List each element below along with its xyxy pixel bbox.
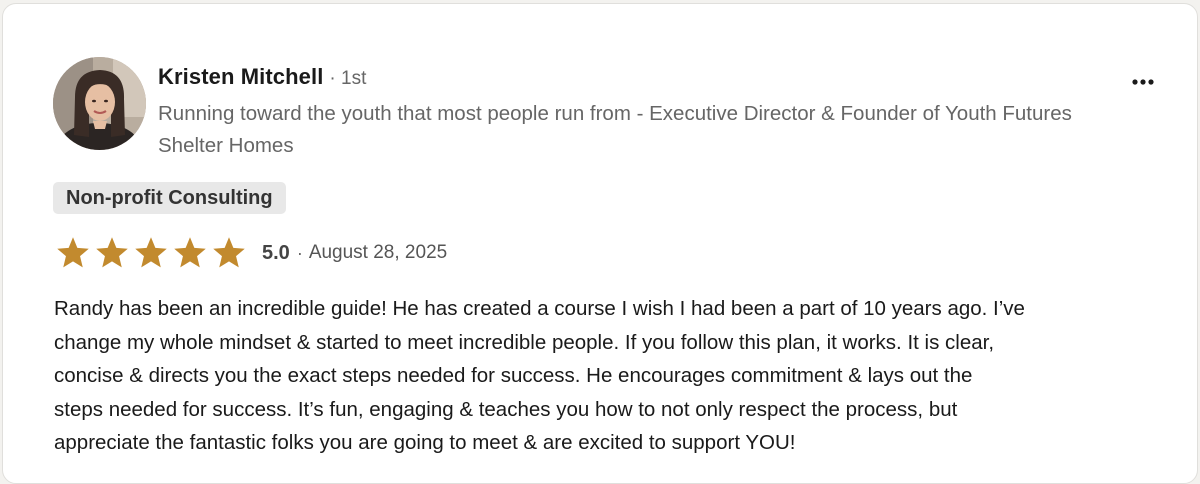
review-date: August 28, 2025 bbox=[308, 242, 448, 263]
author-name[interactable]: Kristen Mitchell bbox=[158, 64, 323, 90]
review-header: Kristen Mitchell · 1st Running toward th… bbox=[158, 64, 1108, 162]
star-icon bbox=[174, 237, 206, 268]
review-text: Randy has been an incredible guide! He h… bbox=[54, 297, 1025, 454]
avatar-photo bbox=[53, 57, 146, 150]
star-icon bbox=[135, 237, 167, 268]
avatar[interactable] bbox=[53, 57, 146, 150]
more-options-button[interactable] bbox=[1125, 64, 1161, 100]
separator-dot: · bbox=[296, 242, 303, 263]
rating-row: 5.0 · August 28, 2025 bbox=[55, 234, 447, 272]
author-headline: Running toward the youth that most peopl… bbox=[158, 102, 1072, 157]
name-row: Kristen Mitchell · 1st bbox=[158, 64, 1108, 96]
connection-degree: · 1st bbox=[329, 68, 367, 89]
star-icon bbox=[57, 237, 89, 268]
star-rating bbox=[55, 235, 247, 271]
star-icon bbox=[96, 237, 128, 268]
review-card: Kristen Mitchell · 1st Running toward th… bbox=[2, 3, 1198, 484]
rating-value: 5.0 bbox=[262, 241, 290, 264]
ellipsis-horizontal-icon bbox=[1132, 79, 1154, 85]
star-icon bbox=[213, 237, 245, 268]
service-tag: Non-profit Consulting bbox=[53, 182, 286, 214]
